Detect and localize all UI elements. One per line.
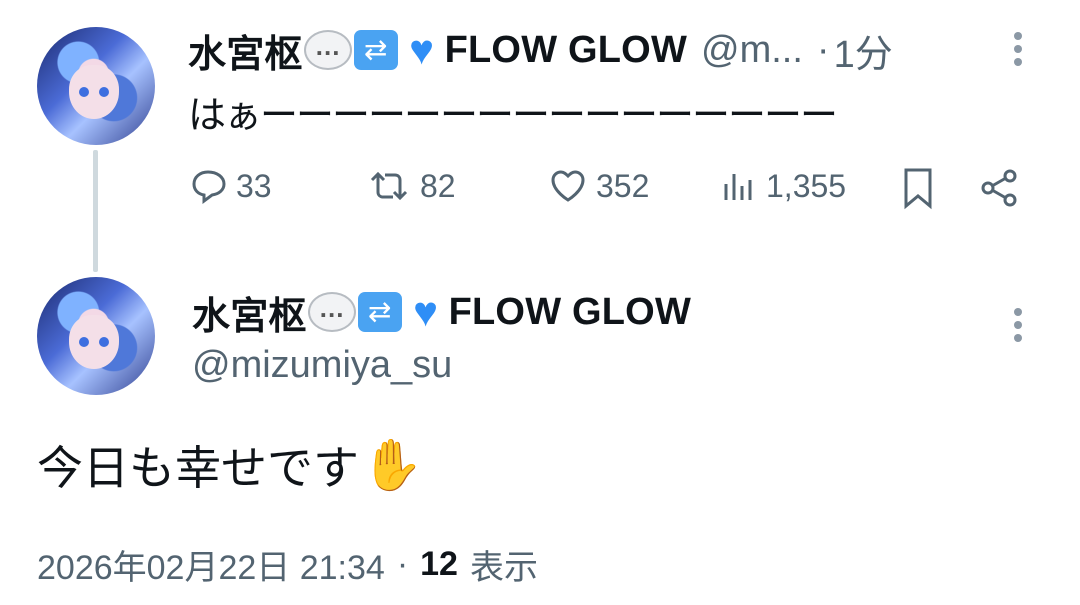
- tweet2-text-row: 今日も幸せです ✋: [37, 432, 423, 498]
- retweet-icon: [370, 171, 408, 201]
- author-handle[interactable]: @m...: [701, 29, 803, 72]
- avatar-eye-right: [99, 87, 109, 97]
- avatar-tweet1[interactable]: [37, 27, 155, 145]
- author-name[interactable]: 水宮枢: [192, 285, 307, 340]
- more-options-icon[interactable]: [1014, 32, 1022, 71]
- avatar-eye-right: [99, 337, 109, 347]
- tweet-metadata: 2026年02月22日 21:34 · 12 表示: [37, 540, 538, 589]
- views-button[interactable]: 1,355: [718, 166, 846, 206]
- repeat-emoji: ⇄: [357, 292, 402, 332]
- tweet2-header: 水宮枢 … ⇄ ♥ FLOW GLOW: [192, 288, 691, 338]
- author-name-suffix[interactable]: FLOW GLOW: [449, 291, 691, 334]
- views-count: 12: [420, 545, 458, 583]
- heart-icon: [551, 170, 585, 202]
- author-handle[interactable]: @mizumiya_su: [192, 344, 452, 387]
- avatar-eye-left: [79, 337, 89, 347]
- avatar-face: [69, 65, 119, 119]
- share-icon: [981, 169, 1017, 207]
- tweet-timestamp[interactable]: 2026年02月22日 21:34: [37, 540, 385, 589]
- view-count: 1,355: [766, 167, 847, 204]
- views-label: 表示: [469, 549, 538, 587]
- tweet2-text: 今日も幸せです: [37, 442, 359, 494]
- thread-connector-line: [93, 150, 98, 272]
- like-button[interactable]: 352: [548, 166, 649, 206]
- relative-time[interactable]: 1分: [834, 23, 893, 78]
- like-count: 352: [596, 167, 650, 204]
- reply-count: 33: [236, 167, 272, 204]
- blue-heart-emoji: ♥: [413, 288, 439, 335]
- dot-separator: ·: [396, 545, 409, 583]
- avatar-face: [69, 315, 119, 369]
- avatar-tweet2[interactable]: [37, 277, 155, 395]
- avatar-eye-left: [79, 87, 89, 97]
- speech-bubble-emoji: …: [307, 292, 356, 332]
- retweet-button[interactable]: 82: [366, 166, 456, 206]
- bookmark-button[interactable]: [898, 166, 938, 215]
- tweet1-text: はぁーーーーーーーーーーーーーーーー: [188, 95, 838, 137]
- reply-button[interactable]: 33: [188, 166, 272, 206]
- analytics-icon: [724, 174, 752, 200]
- reply-icon: [192, 170, 226, 204]
- retweet-count: 82: [420, 167, 456, 204]
- blue-heart-emoji: ♥: [409, 26, 435, 73]
- share-button[interactable]: [978, 166, 1022, 215]
- dot-separator: ·: [816, 28, 830, 71]
- bookmark-icon: [904, 168, 932, 210]
- raised-hand-emoji: ✋: [361, 436, 424, 493]
- tweet1-header: 水宮枢 … ⇄ ♥ FLOW GLOW @m... · 1分: [188, 26, 893, 76]
- author-name-suffix[interactable]: FLOW GLOW: [445, 29, 687, 72]
- author-name[interactable]: 水宮枢: [188, 23, 303, 78]
- repeat-emoji: ⇄: [353, 30, 398, 70]
- speech-bubble-emoji: …: [303, 30, 352, 70]
- more-options-icon[interactable]: [1014, 308, 1022, 347]
